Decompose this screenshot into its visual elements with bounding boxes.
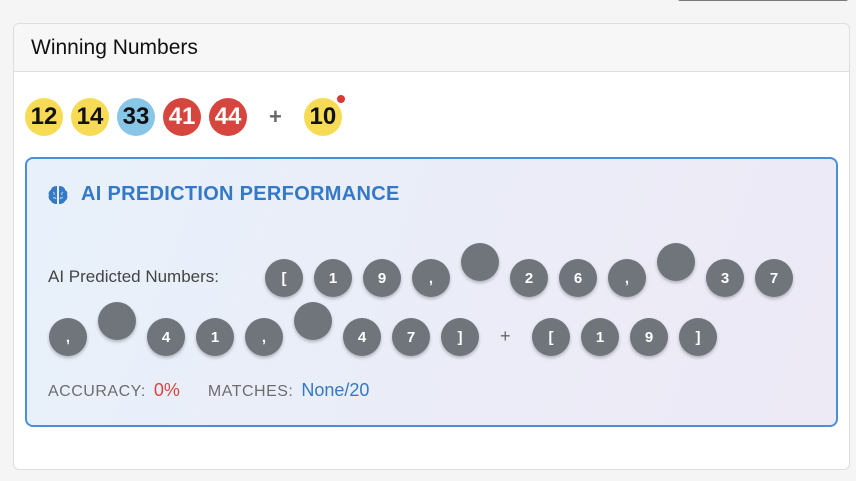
predicted-ball: 1: [314, 259, 352, 297]
predicted-ball: 6: [559, 259, 597, 297]
matches-label: MATCHES:: [207, 383, 294, 400]
ai-stats: ACCURACY: 0% MATCHES: None/20: [48, 380, 369, 401]
predicted-plus-separator: +: [500, 326, 511, 346]
accuracy-value: 0%: [153, 380, 180, 400]
predicted-ball: 7: [755, 259, 793, 297]
ai-panel-title: AI PREDICTION PERFORMANCE: [81, 183, 400, 205]
predicted-ball: 7: [392, 318, 430, 356]
predicted-ball-empty: [657, 243, 695, 281]
ai-prediction-panel: AI PREDICTION PERFORMANCE AI Predicted N…: [25, 157, 838, 427]
predicted-ball: 4: [147, 318, 185, 356]
predicted-bonus-ball: 1: [581, 318, 619, 356]
predicted-ball: 2: [510, 259, 548, 297]
ai-predicted-label: AI Predicted Numbers:: [48, 267, 220, 286]
matches-value: None/20: [301, 380, 370, 400]
predicted-ball: ,: [49, 318, 87, 356]
predicted-ball-empty: [98, 302, 136, 340]
winning-ball: 41: [163, 98, 201, 136]
predicted-bonus-ball: 9: [630, 318, 668, 356]
winning-ball: 33: [117, 98, 155, 136]
winning-numbers-card: Winning Numbers 12 14 33 41 44 + 10 AI P…: [13, 23, 850, 470]
predicted-ball: ]: [441, 318, 479, 356]
bonus-ball-value: 10: [309, 103, 337, 130]
winning-ball: 12: [25, 98, 63, 136]
predicted-ball: 4: [343, 318, 381, 356]
predicted-bonus-ball: ]: [679, 318, 717, 356]
accuracy-label: ACCURACY:: [48, 383, 146, 400]
predicted-ball: [: [265, 259, 303, 297]
winning-ball: 14: [71, 98, 109, 136]
predicted-ball: 9: [363, 259, 401, 297]
predicted-ball: 1: [196, 318, 234, 356]
brain-icon: [47, 184, 69, 206]
top-tab-edge: [678, 0, 848, 1]
predicted-ball: ,: [245, 318, 283, 356]
plus-separator: +: [269, 104, 282, 129]
bonus-indicator-dot: [335, 94, 346, 104]
winning-ball: 44: [209, 98, 247, 136]
predicted-ball: ,: [608, 259, 646, 297]
predicted-bonus-ball: [: [532, 318, 570, 356]
card-title: Winning Numbers: [31, 35, 198, 59]
bonus-ball: 10: [303, 94, 346, 136]
predicted-ball-empty: [294, 302, 332, 340]
winning-numbers-row: 12 14 33 41 44 + 10: [25, 94, 350, 136]
ai-panel-header: AI PREDICTION PERFORMANCE: [47, 183, 400, 206]
card-header: Winning Numbers: [14, 24, 849, 72]
predicted-ball: ,: [412, 259, 450, 297]
predicted-ball-empty: [461, 243, 499, 281]
predicted-ball: 3: [706, 259, 744, 297]
